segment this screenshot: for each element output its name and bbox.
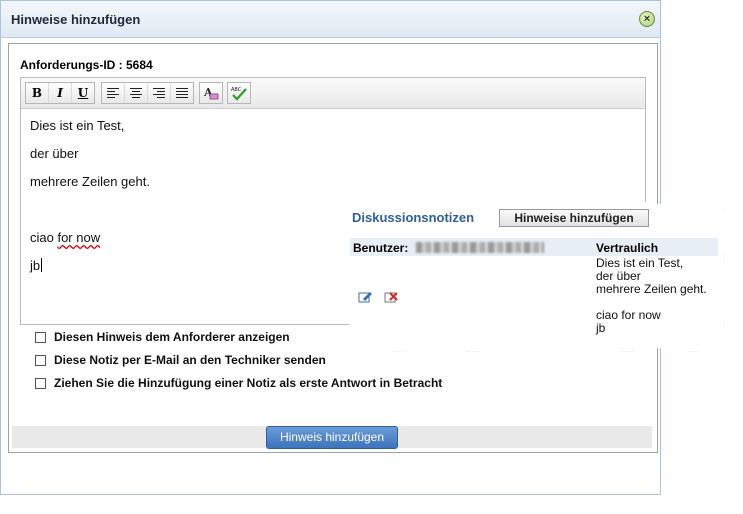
underline-button[interactable]: U (71, 83, 94, 103)
edit-icon[interactable] (358, 290, 373, 303)
confidential-label: Vertraulich (596, 241, 659, 255)
checkbox[interactable] (35, 377, 46, 389)
editor-line: jb (30, 258, 43, 273)
align-group (101, 82, 194, 104)
editor-line: ciao for now (30, 230, 101, 245)
font-color-icon[interactable]: A (200, 83, 222, 103)
close-icon[interactable]: × (639, 11, 655, 27)
request-id-label: Anforderungs-ID : 5684 (20, 58, 153, 72)
dialog-header: Hinweise hinzufügen × (1, 1, 660, 38)
misspelled-word[interactable]: for now (57, 230, 100, 245)
delete-icon[interactable] (384, 290, 399, 303)
note-text: Dies ist ein Test, der über mehrere Zeil… (596, 256, 707, 335)
discussion-notes-panel: Diskussionsnotizen Hinweise hinzufügen B… (346, 200, 724, 352)
dialog-title: Hinweise hinzufügen (11, 12, 141, 27)
add-note-button[interactable]: Hinweis hinzufügen (266, 426, 398, 449)
color-group: A (199, 82, 223, 104)
add-notes-button[interactable]: Hinweise hinzufügen (499, 209, 649, 227)
text-cursor (41, 258, 43, 272)
italic-button[interactable]: I (48, 83, 71, 103)
align-center-icon[interactable] (124, 83, 147, 103)
editor-toolbar: B I U A ABC (21, 78, 645, 109)
user-label: Benutzer: (353, 241, 409, 255)
editor-content[interactable]: Dies ist ein Test, der über mehrere Zeil… (30, 118, 150, 286)
bold-button[interactable]: B (26, 83, 48, 103)
spellcheck-icon[interactable]: ABC (228, 83, 250, 103)
editor-line: Dies ist ein Test, (30, 118, 125, 133)
align-justify-icon[interactable] (170, 83, 193, 103)
checkbox[interactable] (35, 331, 46, 343)
format-group: B I U (25, 82, 95, 104)
align-right-icon[interactable] (147, 83, 170, 103)
spellcheck-label: ABC (231, 87, 242, 93)
option-email-technician[interactable]: Diese Notiz per E-Mail an den Techniker … (35, 353, 326, 367)
option-show-requester[interactable]: Diesen Hinweis dem Anforderer anzeigen (35, 330, 290, 344)
editor-line: der über (30, 146, 79, 161)
spell-group: ABC (227, 82, 251, 104)
editor-line: mehrere Zeilen geht. (30, 174, 150, 189)
checkbox[interactable] (35, 354, 46, 366)
discussion-title: Diskussionsnotizen (352, 210, 475, 225)
option-first-response[interactable]: Ziehen Sie die Hinzufügung einer Notiz a… (35, 376, 442, 390)
redacted-username (416, 242, 544, 253)
align-left-icon[interactable] (102, 83, 124, 103)
